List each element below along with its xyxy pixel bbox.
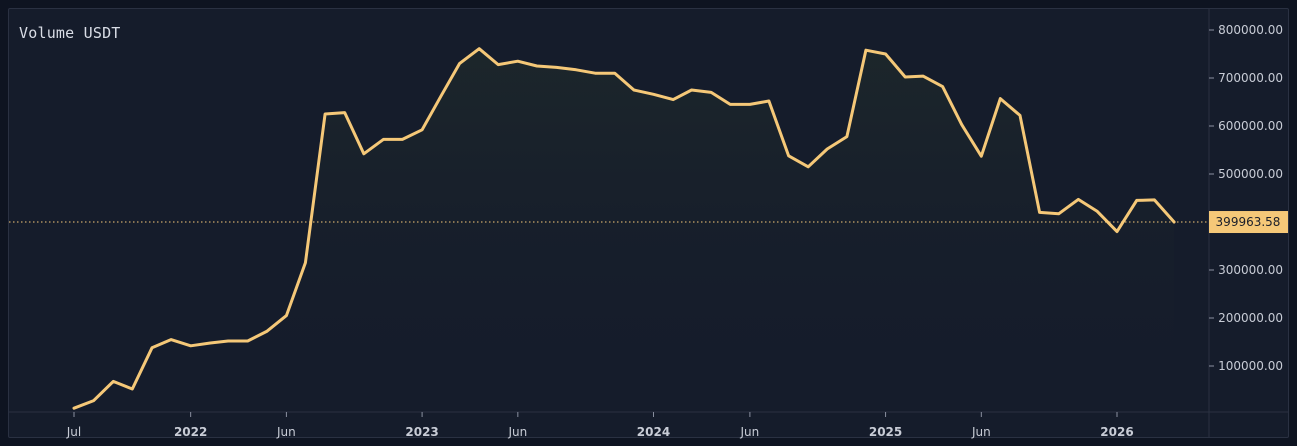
- y-tick-label: 700000.00: [1218, 71, 1283, 85]
- x-tick-label: 2025: [869, 425, 902, 439]
- y-tick-label: 500000.00: [1218, 167, 1283, 181]
- volume-chart[interactable]: 100000.00200000.00300000.00400000.005000…: [0, 0, 1297, 446]
- x-tick-label: Jul: [66, 425, 81, 439]
- series-area: [74, 48, 1175, 412]
- x-tick-label: Jun: [507, 425, 527, 439]
- x-tick-label: Jun: [971, 425, 991, 439]
- x-tick-label: Jun: [276, 425, 296, 439]
- y-tick-label: 100000.00: [1218, 359, 1283, 373]
- x-tick-label: 2024: [637, 425, 670, 439]
- x-tick-label: Jun: [740, 425, 760, 439]
- y-tick-label: 200000.00: [1218, 311, 1283, 325]
- last-value-label: 399963.58: [1216, 215, 1281, 229]
- y-tick-label: 600000.00: [1218, 119, 1283, 133]
- x-tick-label: 2022: [174, 425, 207, 439]
- y-tick-label: 300000.00: [1218, 263, 1283, 277]
- x-tick-label: 2023: [405, 425, 438, 439]
- x-tick-label: 2026: [1100, 425, 1133, 439]
- y-tick-label: 800000.00: [1218, 23, 1283, 37]
